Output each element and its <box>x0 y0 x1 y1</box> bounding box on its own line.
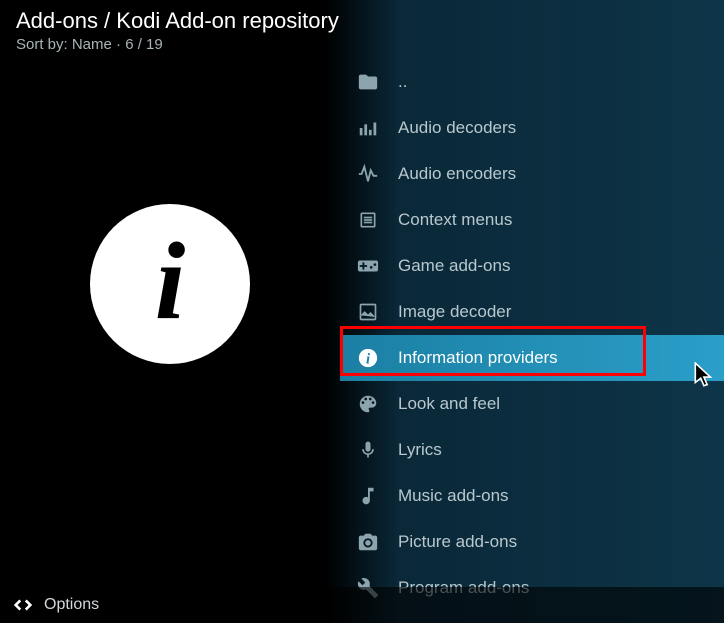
palette-icon <box>356 392 380 416</box>
list-item-label: Image decoder <box>398 302 511 322</box>
options-icon[interactable] <box>12 594 34 616</box>
footer-bar: Options <box>0 587 724 623</box>
list-item-label: Audio decoders <box>398 118 516 138</box>
list-item-image-decoder[interactable]: Image decoder <box>340 289 724 335</box>
list-item-label: .. <box>398 72 407 92</box>
info-glyph: i <box>155 226 186 336</box>
list-item-game-addons[interactable]: Game add-ons <box>340 243 724 289</box>
list-item-audio-encoders[interactable]: Audio encoders <box>340 151 724 197</box>
list-item-music-addons[interactable]: Music add-ons <box>340 473 724 519</box>
breadcrumb: Add-ons / Kodi Add-on repository <box>16 8 708 34</box>
list-item-context-menus[interactable]: Context menus <box>340 197 724 243</box>
main-content: i .. Audio decoders Audio encoders <box>0 57 724 590</box>
list-item-label: Information providers <box>398 348 558 368</box>
image-icon <box>356 300 380 324</box>
gamepad-icon <box>356 254 380 278</box>
list-item-label: Look and feel <box>398 394 500 414</box>
category-list: .. Audio decoders Audio encoders Context… <box>340 57 724 590</box>
camera-icon <box>356 530 380 554</box>
list-item-audio-decoders[interactable]: Audio decoders <box>340 105 724 151</box>
list-item-parent[interactable]: .. <box>340 59 724 105</box>
info-icon: i <box>356 346 380 370</box>
list-item-label: Music add-ons <box>398 486 509 506</box>
list-item-label: Game add-ons <box>398 256 510 276</box>
preview-panel: i <box>0 57 340 590</box>
equalizer-icon <box>356 116 380 140</box>
microphone-icon <box>356 438 380 462</box>
list-item-lyrics[interactable]: Lyrics <box>340 427 724 473</box>
list-item-label: Context menus <box>398 210 512 230</box>
options-label[interactable]: Options <box>44 596 99 614</box>
list-item-label: Audio encoders <box>398 164 516 184</box>
list-item-look-and-feel[interactable]: Look and feel <box>340 381 724 427</box>
sort-info: Sort by: Name · 6 / 19 <box>16 36 708 53</box>
info-icon-large: i <box>90 204 250 364</box>
music-note-icon <box>356 484 380 508</box>
header: Add-ons / Kodi Add-on repository Sort by… <box>0 0 724 57</box>
folder-icon <box>356 70 380 94</box>
list-item-label: Picture add-ons <box>398 532 517 552</box>
svg-text:i: i <box>366 352 370 368</box>
list-item-information-providers[interactable]: i Information providers <box>340 335 724 381</box>
list-item-label: Lyrics <box>398 440 442 460</box>
menu-icon <box>356 208 380 232</box>
waveform-icon <box>356 162 380 186</box>
list-item-picture-addons[interactable]: Picture add-ons <box>340 519 724 565</box>
